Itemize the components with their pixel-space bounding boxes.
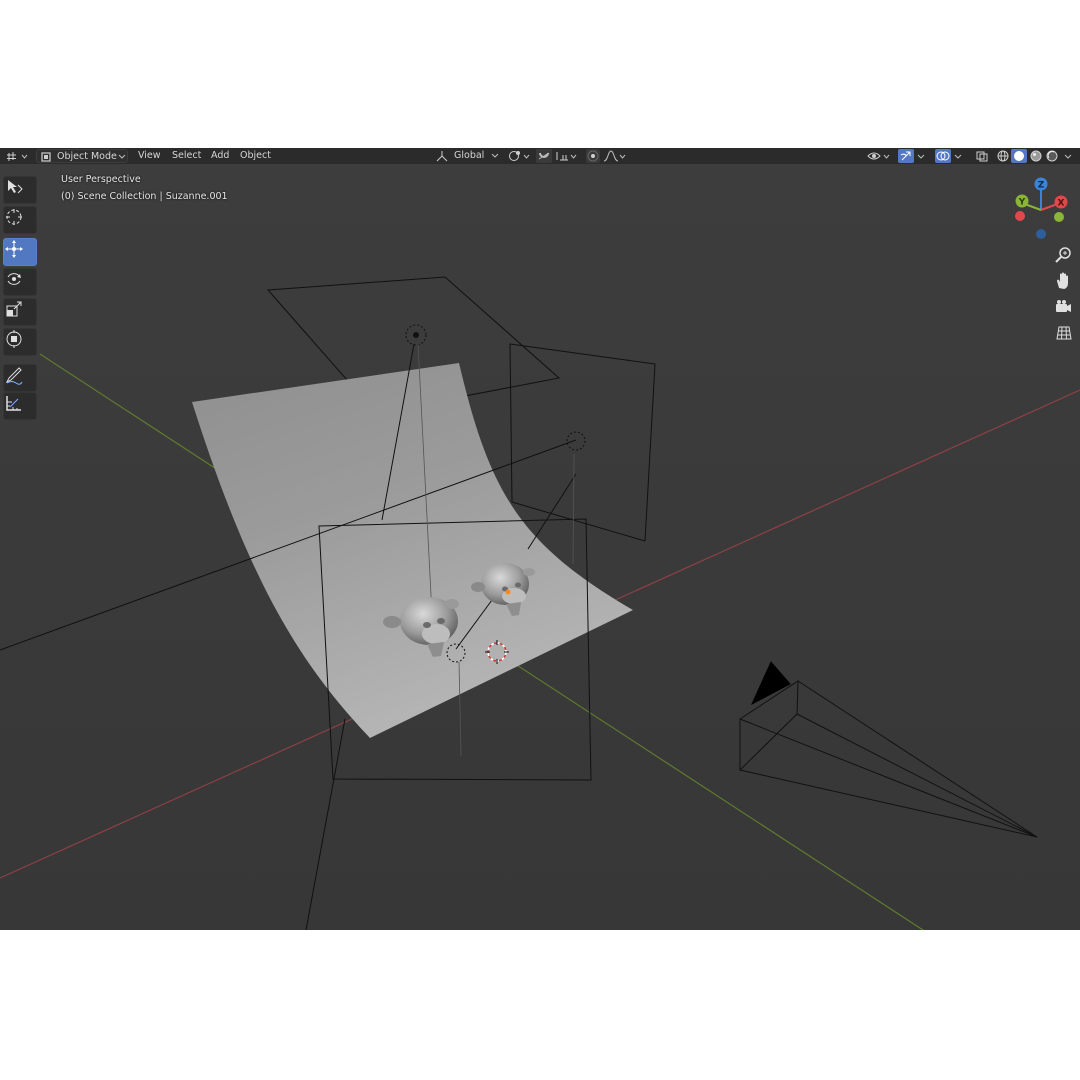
tool-move[interactable] xyxy=(3,238,37,266)
gizmo-dropdown[interactable] xyxy=(915,149,929,163)
shading-rendered[interactable] xyxy=(1044,149,1060,163)
shading-solid[interactable] xyxy=(1011,149,1027,163)
gizmo-y-label: Y xyxy=(1018,198,1026,208)
snap-target-dropdown[interactable] xyxy=(554,149,580,163)
gizmo-icon xyxy=(900,151,911,161)
orientation-global-icon xyxy=(436,151,448,162)
pan-button[interactable] xyxy=(1052,270,1074,292)
view-name: User Perspective xyxy=(61,174,141,185)
ortho-toggle-button[interactable] xyxy=(1052,322,1074,344)
grid-ortho-icon xyxy=(1056,326,1072,340)
cursor-select-icon xyxy=(8,180,23,194)
rotate-icon xyxy=(7,273,21,285)
transform-icon xyxy=(6,330,22,348)
camera-view-icon xyxy=(1056,300,1071,312)
xray-toggle[interactable] xyxy=(974,149,990,163)
chevron-down-icon xyxy=(917,154,925,159)
tool-measure[interactable] xyxy=(3,392,37,420)
gizmo-toggle[interactable] xyxy=(898,149,914,163)
snap-increment-icon xyxy=(556,152,577,161)
gizmo-z-label: Z xyxy=(1038,181,1045,191)
chevron-down-icon xyxy=(1064,154,1072,159)
transform-orientation-label: Global xyxy=(454,150,485,161)
chevron-down-icon xyxy=(118,154,126,159)
gizmo-neg-y xyxy=(1054,212,1064,222)
menu-add[interactable]: Add xyxy=(207,149,233,163)
mode-label: Object Mode xyxy=(57,151,117,162)
3d-viewport[interactable]: Z X Y User Perspective (0) Scene Collect… xyxy=(0,164,1080,930)
eye-icon xyxy=(867,152,890,160)
viewport-header: Object Mode View Select Add Object Globa… xyxy=(0,148,1080,164)
zoom-icon xyxy=(1055,247,1071,263)
chevron-down-icon xyxy=(491,153,499,158)
mode-dropdown[interactable]: Object Mode xyxy=(36,149,128,163)
proportional-falloff-dropdown[interactable] xyxy=(602,149,628,163)
move-icon xyxy=(5,240,23,258)
tool-transform[interactable] xyxy=(3,328,37,356)
rendered-shading-icon xyxy=(1046,150,1058,162)
blender-window: Object Mode View Select Add Object Globa… xyxy=(0,148,1080,930)
proportional-editing-icon xyxy=(587,150,599,162)
visibility-dropdown[interactable] xyxy=(866,149,892,163)
gizmo-x-label: X xyxy=(1058,199,1065,209)
menu-select[interactable]: Select xyxy=(168,149,205,163)
tool-cursor[interactable] xyxy=(3,206,37,234)
tool-scale[interactable] xyxy=(3,298,37,326)
menu-object[interactable]: Object xyxy=(236,149,275,163)
overlays-toggle[interactable] xyxy=(935,149,951,163)
pivot-point-icon xyxy=(509,151,530,161)
scene-canvas: Z X Y xyxy=(0,164,1080,930)
wireframe-shading-icon xyxy=(997,150,1009,162)
shading-material[interactable] xyxy=(1028,149,1044,163)
material-shading-icon xyxy=(1030,150,1042,162)
scale-icon xyxy=(6,301,22,317)
editor-type-button[interactable] xyxy=(4,149,30,163)
magnet-icon xyxy=(538,152,550,160)
annotate-icon xyxy=(5,367,23,385)
chevron-down-icon xyxy=(954,154,962,159)
solid-shading-icon xyxy=(1014,151,1024,161)
shading-dropdown[interactable] xyxy=(1062,149,1076,163)
tool-rotate[interactable] xyxy=(3,268,37,296)
collection-info: (0) Scene Collection | Suzanne.001 xyxy=(61,191,228,202)
overlays-dropdown[interactable] xyxy=(952,149,966,163)
xray-icon xyxy=(976,151,988,162)
falloff-curve-icon xyxy=(603,150,626,162)
grid-editor-icon xyxy=(7,152,28,161)
pivot-point-button[interactable] xyxy=(506,149,532,163)
menu-view[interactable]: View xyxy=(134,149,165,163)
overlays-icon xyxy=(936,151,950,161)
hand-pan-icon xyxy=(1057,272,1068,289)
measure-icon xyxy=(6,396,21,411)
tool-select-box[interactable] xyxy=(3,176,37,204)
camera-view-button[interactable] xyxy=(1052,296,1074,318)
tool-annotate[interactable] xyxy=(3,364,37,392)
snap-toggle[interactable] xyxy=(536,149,552,163)
3d-cursor-icon xyxy=(6,209,22,225)
gizmo-neg-x xyxy=(1015,211,1025,221)
transform-orientation-dropdown[interactable]: Global xyxy=(434,149,500,163)
active-object-origin xyxy=(505,589,511,595)
shading-wireframe[interactable] xyxy=(995,149,1011,163)
zoom-button[interactable] xyxy=(1052,244,1074,266)
object-mode-icon xyxy=(41,152,51,162)
light-emitter-top-core xyxy=(413,332,419,338)
gizmo-neg-z xyxy=(1036,229,1046,239)
proportional-editing-toggle[interactable] xyxy=(586,149,600,163)
